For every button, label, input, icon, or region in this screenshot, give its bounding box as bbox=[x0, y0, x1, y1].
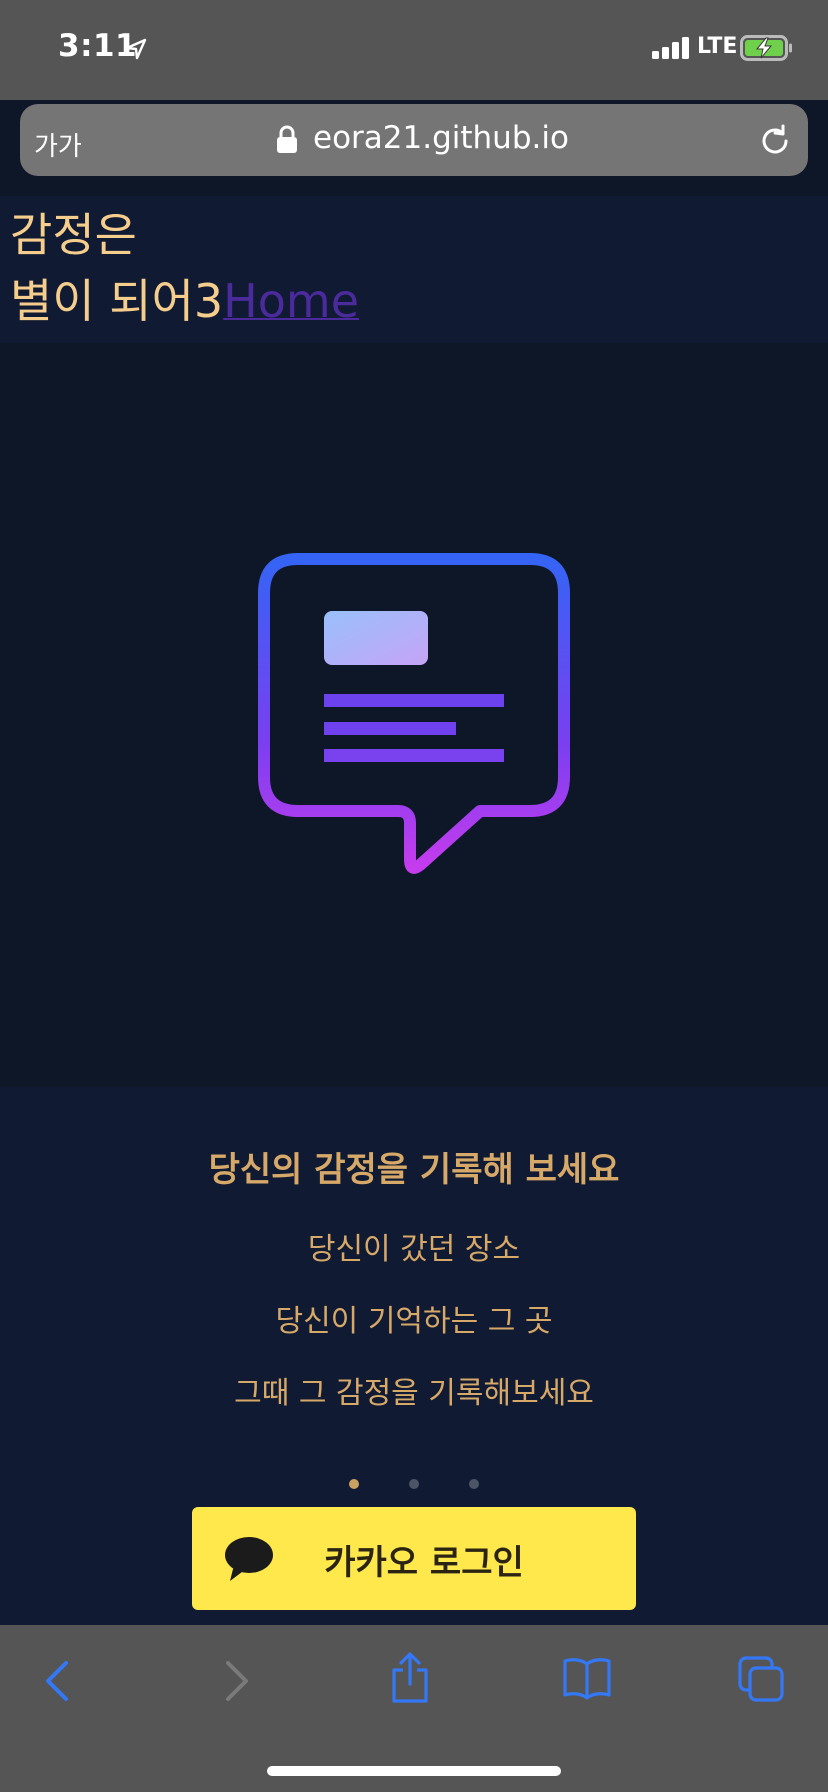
kakao-login-button[interactable]: 카카오 로그인 bbox=[192, 1507, 636, 1610]
status-bar: 3:11 LTE bbox=[0, 0, 828, 100]
panel-line-2: 당신이 기억하는 그 곳 bbox=[275, 1304, 553, 1339]
site-title-line2: 별이 되어3Home bbox=[10, 273, 359, 329]
tabs-icon[interactable] bbox=[738, 1656, 786, 1704]
back-icon[interactable] bbox=[44, 1660, 70, 1702]
carousel-dot-3[interactable] bbox=[469, 1479, 479, 1489]
site-title-line1: 감정은 bbox=[10, 208, 137, 262]
site-title-text: 별이 되어3 bbox=[10, 274, 224, 328]
panel-line-1: 당신이 갔던 장소 bbox=[307, 1232, 521, 1267]
share-icon[interactable] bbox=[390, 1652, 430, 1704]
home-indicator bbox=[267, 1766, 561, 1776]
kakao-login-label: 카카오 로그인 bbox=[324, 1543, 524, 1583]
bookmarks-icon[interactable] bbox=[562, 1656, 612, 1700]
url-text[interactable]: eora21.github.io bbox=[313, 120, 569, 156]
lock-icon bbox=[277, 125, 297, 153]
location-arrow-icon bbox=[125, 38, 147, 60]
reload-icon[interactable] bbox=[758, 124, 792, 158]
network-type: LTE bbox=[697, 34, 738, 59]
carousel-dot-2[interactable] bbox=[409, 1479, 419, 1489]
panel-heading: 당신의 감정을 기록해 보세요 bbox=[208, 1150, 620, 1190]
chat-document-icon bbox=[258, 553, 570, 874]
text-size-button[interactable]: 가가 bbox=[34, 126, 82, 163]
panel-line-3: 그때 그 감정을 기록해보세요 bbox=[234, 1376, 594, 1411]
battery-charging-icon bbox=[740, 35, 792, 61]
signal-icon bbox=[652, 37, 689, 59]
carousel-dot-1[interactable] bbox=[349, 1479, 359, 1489]
home-link[interactable]: Home bbox=[223, 274, 359, 328]
forward-icon[interactable] bbox=[224, 1660, 250, 1702]
